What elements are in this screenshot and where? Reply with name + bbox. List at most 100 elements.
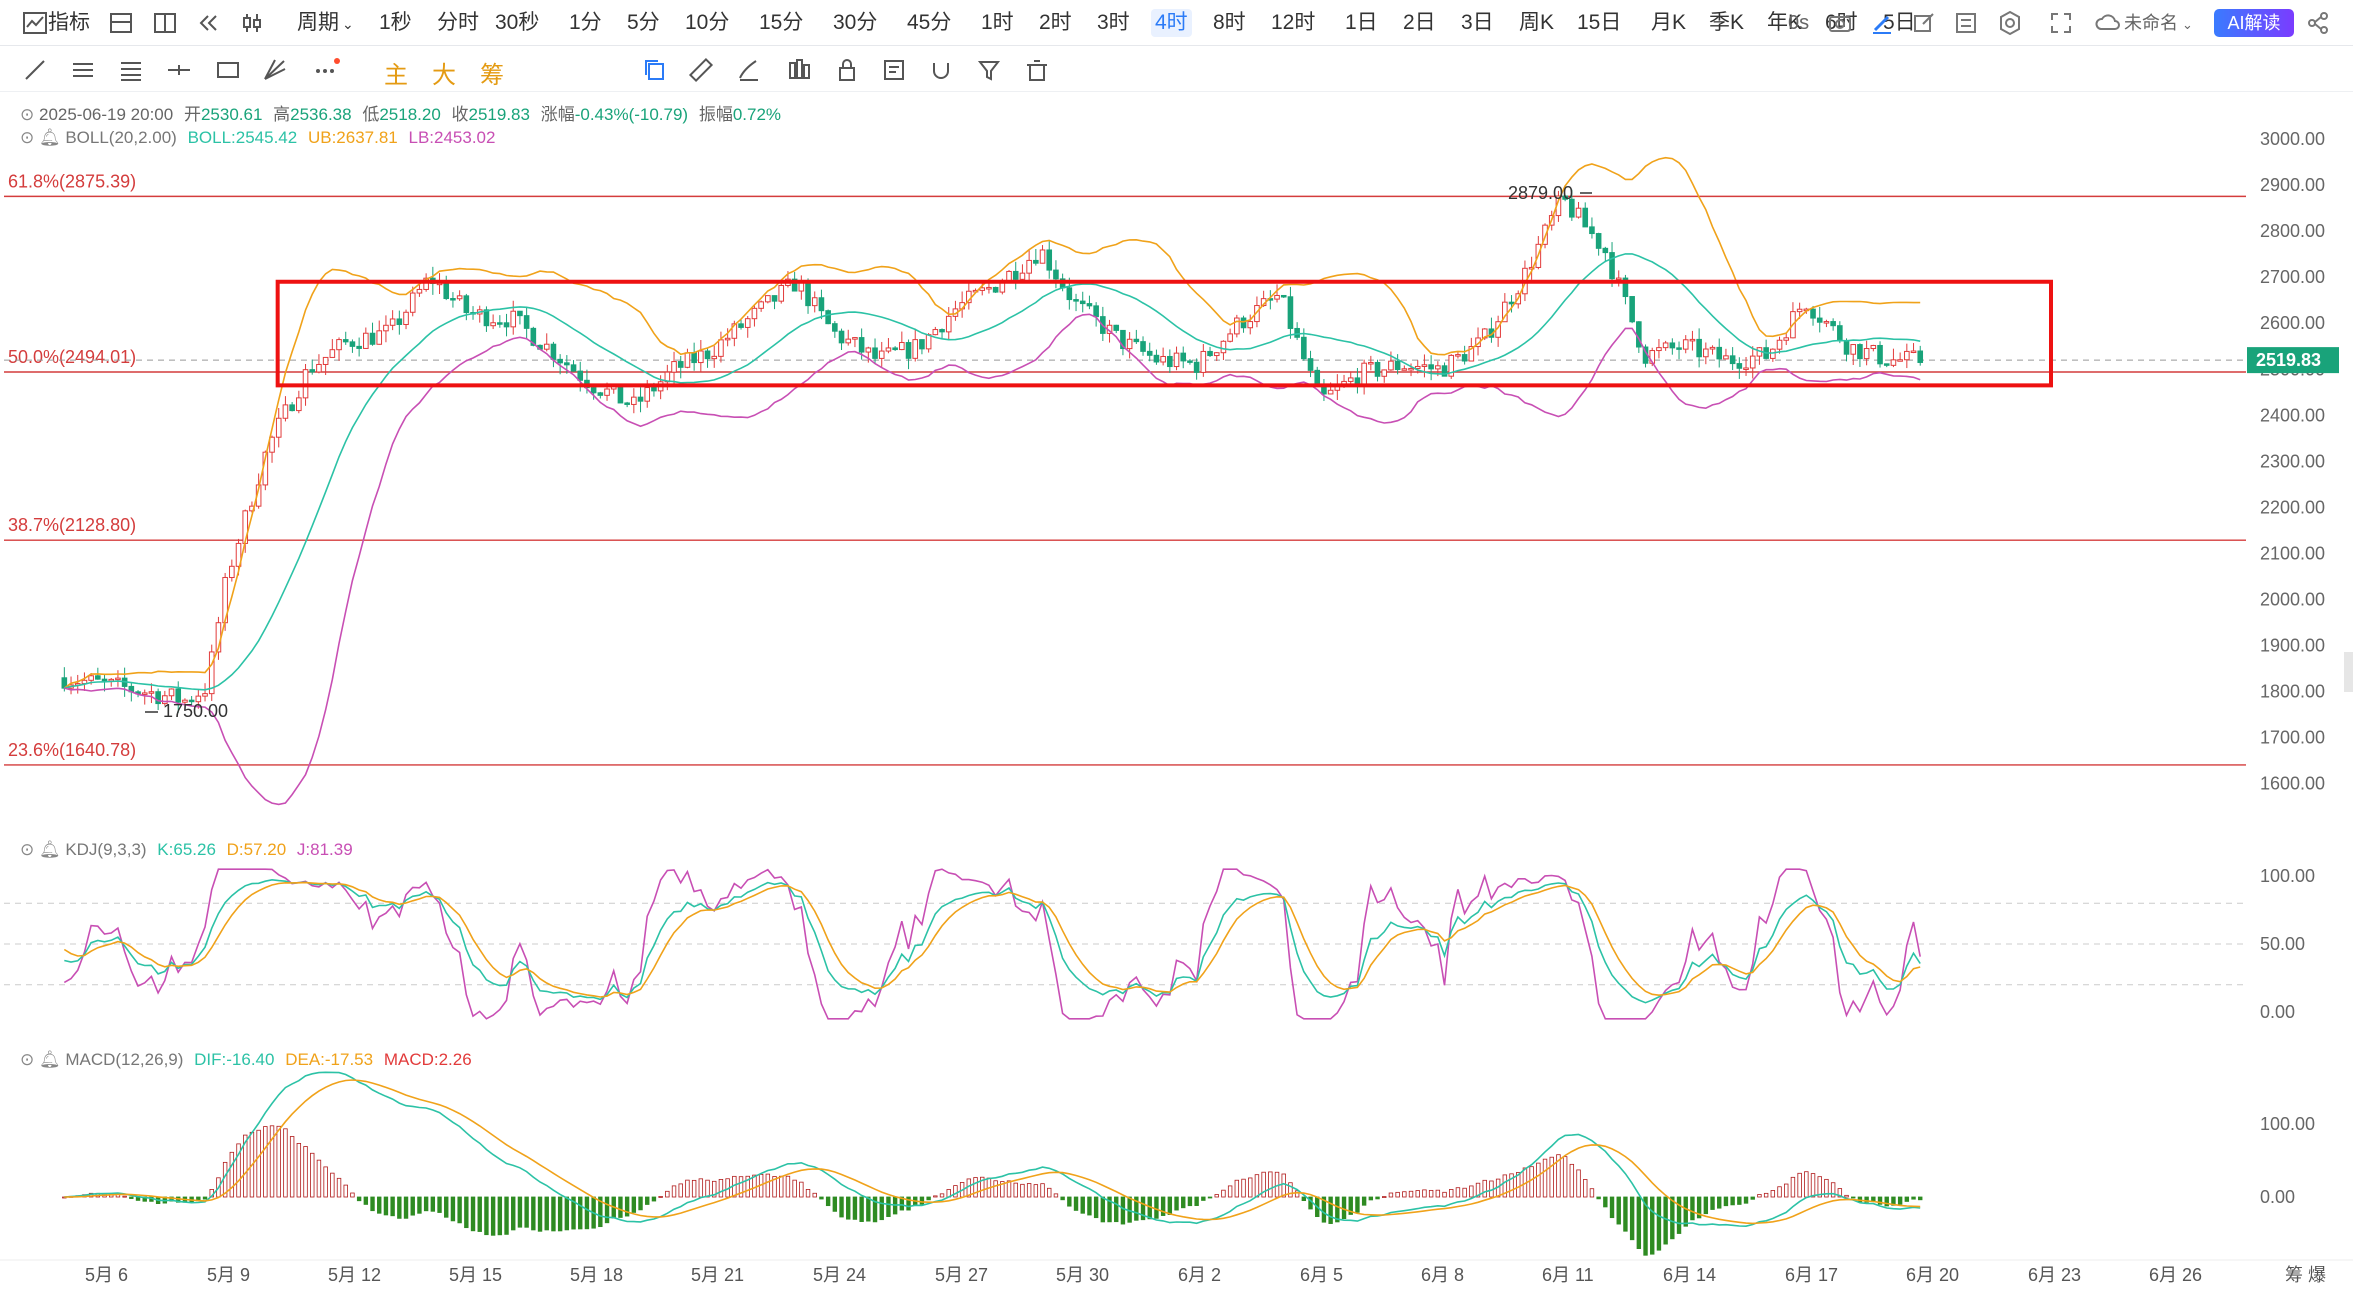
- fullscreen-icon[interactable]: [2046, 8, 2076, 38]
- macd-histogram-bar: [1181, 1196, 1186, 1209]
- period-tab-1[interactable]: 分时: [433, 9, 483, 37]
- bell-icon[interactable]: 🔔︎: [39, 128, 61, 147]
- indicator-chip-0[interactable]: 主: [384, 55, 408, 90]
- trash-icon[interactable]: [1022, 55, 1052, 85]
- macd-histogram-bar: [524, 1196, 529, 1228]
- macd-histogram-bar: [1422, 1189, 1427, 1198]
- collapse-icon[interactable]: ⊙: [20, 128, 34, 147]
- fib-level-label: 61.8%(2875.39): [8, 171, 136, 191]
- high-marker-label: 2879.00: [1508, 183, 1573, 203]
- period-dropdown[interactable]: 周期 ⌄: [297, 9, 354, 37]
- external-icon[interactable]: [1909, 8, 1939, 38]
- period-tab-4[interactable]: 5分: [623, 9, 664, 37]
- bell-icon[interactable]: 🔔︎: [39, 1050, 61, 1069]
- candle-body: [483, 309, 490, 327]
- macd-histogram-bar: [1402, 1191, 1407, 1198]
- period-tab-13[interactable]: 8时: [1209, 9, 1250, 37]
- period-tab-8[interactable]: 45分: [903, 9, 955, 37]
- price-chart[interactable]: 3000.002900.002800.002700.002600.002500.…: [0, 92, 2353, 1294]
- collapse-icon[interactable]: ⊙: [20, 840, 34, 859]
- candle-body: [1093, 305, 1099, 318]
- period-tab-11[interactable]: 3时: [1093, 9, 1134, 37]
- replay-icon[interactable]: [194, 8, 224, 38]
- period-tab-21[interactable]: 季K: [1705, 9, 1748, 37]
- macd-histogram-bar: [1060, 1196, 1065, 1201]
- candle-body: [590, 387, 597, 394]
- indicator-button[interactable]: 指标: [48, 9, 90, 37]
- period-tab-3[interactable]: 1分: [565, 9, 606, 37]
- candle-body: [919, 339, 925, 350]
- period-tab-10[interactable]: 2时: [1035, 9, 1076, 37]
- period-tab-20[interactable]: 月K: [1647, 9, 1690, 37]
- macd-histogram-bar: [1120, 1196, 1126, 1225]
- period-tab-16[interactable]: 2日: [1399, 9, 1440, 37]
- boll-lower-band: [64, 313, 1921, 806]
- magnet-icon[interactable]: [926, 55, 956, 85]
- candle-body: [1703, 348, 1709, 358]
- indicator-icon[interactable]: [20, 8, 50, 38]
- macd-histogram-bar: [1214, 1194, 1219, 1198]
- macd-histogram-bar: [390, 1196, 395, 1217]
- macd-histogram-bar: [504, 1196, 509, 1235]
- candle-body: [1173, 352, 1180, 368]
- period-tab-18[interactable]: 周K: [1515, 9, 1558, 37]
- period-tab-6[interactable]: 15分: [755, 9, 807, 37]
- rectangle-icon[interactable]: [213, 55, 243, 85]
- candle-body: [1200, 350, 1207, 373]
- period-tab-7[interactable]: 30分: [829, 9, 881, 37]
- note-icon[interactable]: [879, 55, 909, 85]
- camera-icon[interactable]: [1825, 8, 1855, 38]
- indicator-chip-2[interactable]: 筹: [480, 55, 504, 90]
- parallel-channel-icon[interactable]: [68, 55, 98, 85]
- cloud-icon[interactable]: [2093, 8, 2123, 38]
- macd-histogram-bar: [383, 1196, 389, 1216]
- pen-icon[interactable]: [1867, 8, 1897, 38]
- ruler-icon[interactable]: [686, 55, 716, 85]
- macd-histogram-bar: [1254, 1174, 1260, 1198]
- macd-histogram-bar: [1294, 1190, 1300, 1198]
- workspace-dropdown[interactable]: 未命名 ⌄: [2124, 9, 2193, 37]
- brush-icon[interactable]: [734, 55, 764, 85]
- collapse-icon[interactable]: ⊙: [20, 1050, 34, 1069]
- share-icon[interactable]: [2303, 8, 2333, 38]
- gann-icon[interactable]: [260, 55, 290, 85]
- ai-explain-button[interactable]: AI解读: [2214, 9, 2294, 37]
- period-tab-0[interactable]: 1秒: [375, 9, 416, 37]
- ohlc-info: ⊙ 2025-06-19 20:00 开2530.61 高2536.38 低25…: [20, 100, 781, 125]
- layout-icon[interactable]: [106, 8, 136, 38]
- multi-chart-icon[interactable]: [150, 8, 180, 38]
- collapse-icon[interactable]: ⊙: [20, 105, 34, 124]
- macd-histogram-bar: [752, 1174, 757, 1198]
- macd-histogram-bar: [330, 1172, 335, 1198]
- macd-histogram-bar: [316, 1159, 322, 1198]
- candle-body: [456, 295, 463, 300]
- macd-histogram-bar: [785, 1175, 791, 1198]
- bell-icon[interactable]: 🔔︎: [39, 840, 61, 859]
- gear-icon[interactable]: [1995, 8, 2025, 38]
- period-tab-2[interactable]: 30秒: [491, 9, 543, 37]
- macd-dif-value: DIF:-16.40: [194, 1050, 275, 1069]
- chevron-down-icon: ⌄: [342, 16, 354, 32]
- macd-histogram-bar: [1743, 1196, 1749, 1204]
- more-tools-icon[interactable]: [310, 55, 340, 85]
- candle-body: [698, 350, 704, 364]
- period-tab-15[interactable]: 1日: [1341, 9, 1382, 37]
- compare-icon[interactable]: [784, 55, 814, 85]
- indicator-chip-1[interactable]: 大: [432, 55, 456, 90]
- chart-type-icon[interactable]: [238, 8, 268, 38]
- fib-retracement-icon[interactable]: [116, 55, 146, 85]
- chart-area[interactable]: 3000.002900.002800.002700.002600.002500.…: [0, 92, 2353, 1294]
- period-tab-5[interactable]: 10分: [681, 9, 733, 37]
- filter-icon[interactable]: [974, 55, 1004, 85]
- period-tab-9[interactable]: 1时: [977, 9, 1018, 37]
- lock-icon[interactable]: [832, 55, 862, 85]
- period-tab-14[interactable]: 12时: [1267, 9, 1319, 37]
- calculator-icon[interactable]: [1951, 8, 1981, 38]
- trend-line-icon[interactable]: [20, 55, 50, 85]
- period-tab-19[interactable]: 15日: [1573, 9, 1625, 37]
- period-tab-17[interactable]: 3日: [1457, 9, 1498, 37]
- copy-icon[interactable]: [640, 55, 670, 85]
- period-tab-12[interactable]: 4时: [1151, 9, 1192, 37]
- horizontal-line-icon[interactable]: [164, 55, 194, 85]
- candle-body: [651, 387, 657, 392]
